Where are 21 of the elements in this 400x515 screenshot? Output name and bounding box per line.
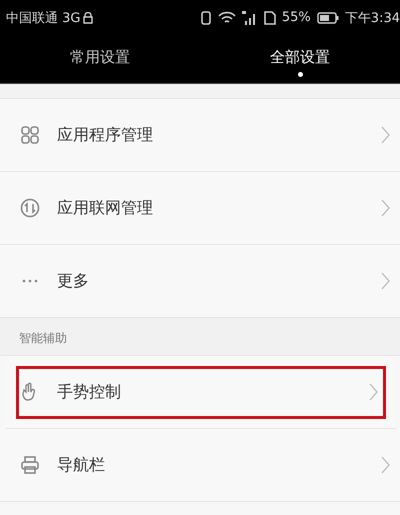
chevron-icon [369, 383, 378, 401]
battery-icon [316, 12, 339, 24]
lock-icon [83, 12, 94, 24]
settings-tab[interactable]: 全部设置 [200, 35, 400, 83]
sim-icon [264, 10, 276, 24]
battery-percent: 55% [282, 10, 311, 25]
chevron-icon [381, 456, 390, 474]
arrows-circle-icon [20, 198, 40, 218]
chevron-icon [381, 126, 390, 144]
printer-icon [20, 455, 40, 475]
ellipsis-icon [20, 279, 40, 283]
signal-icon [242, 10, 258, 24]
chevron-icon [381, 199, 390, 217]
settings-tab[interactable]: 常用设置 [0, 35, 200, 83]
clock-time: 下午3:34 [344, 10, 400, 26]
wifi-icon [218, 10, 236, 24]
vibrate-icon [200, 10, 212, 24]
grid-icon [20, 125, 40, 145]
section-header: 智能辅助 [0, 318, 400, 356]
chevron-icon [381, 272, 390, 290]
carrier-text: 中国联通 3G [6, 10, 80, 26]
